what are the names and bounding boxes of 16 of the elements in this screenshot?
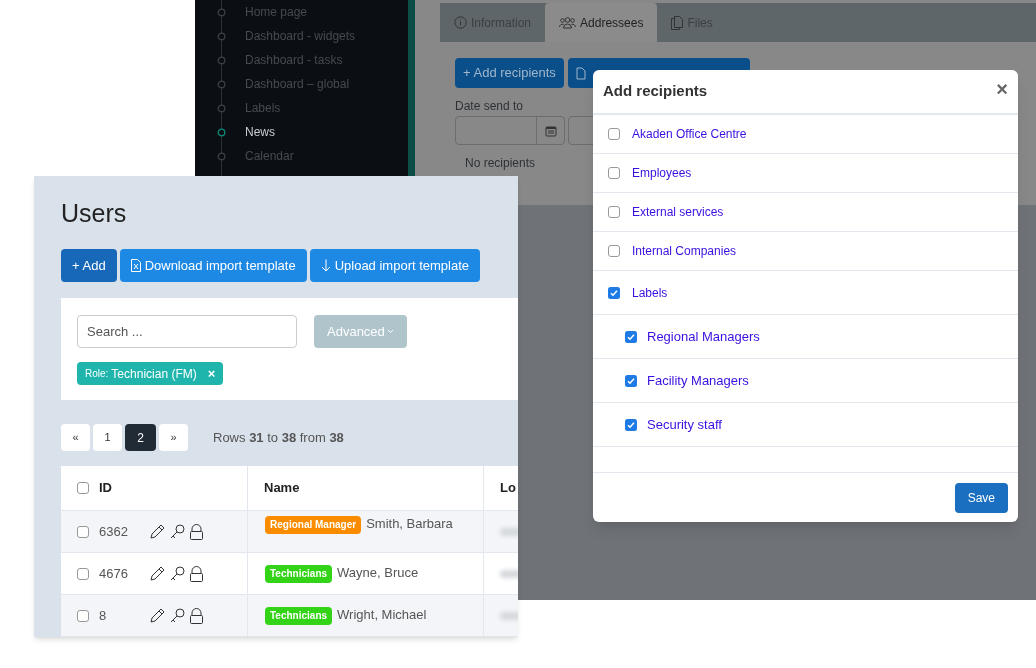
role-tag: Technicians [265,606,333,625]
table-cell-text: 8 [99,606,108,625]
role-tag: Technicians [265,564,333,583]
date-label: Date send to [455,98,525,115]
filter-value: Technician (FM) [111,365,197,383]
dialog-title: Add recipients [603,81,708,102]
empty-message: No recipients [465,155,537,172]
role-tag: Regional Manager [265,515,362,534]
table-cell: Technicians Wayne, Bruce [265,564,419,583]
table-cell-text: 4676 [99,564,129,583]
table-cell: Regional Manager Smith, Barbara [265,515,453,534]
table-cell: Technicians Wright, Michael [265,606,427,625]
page-title: Users [61,198,128,228]
filter-key: Role: [85,366,109,381]
table-cell-text: 6362 [99,522,129,541]
rows-info: Rows 31 to 38 from 38 [213,428,344,447]
